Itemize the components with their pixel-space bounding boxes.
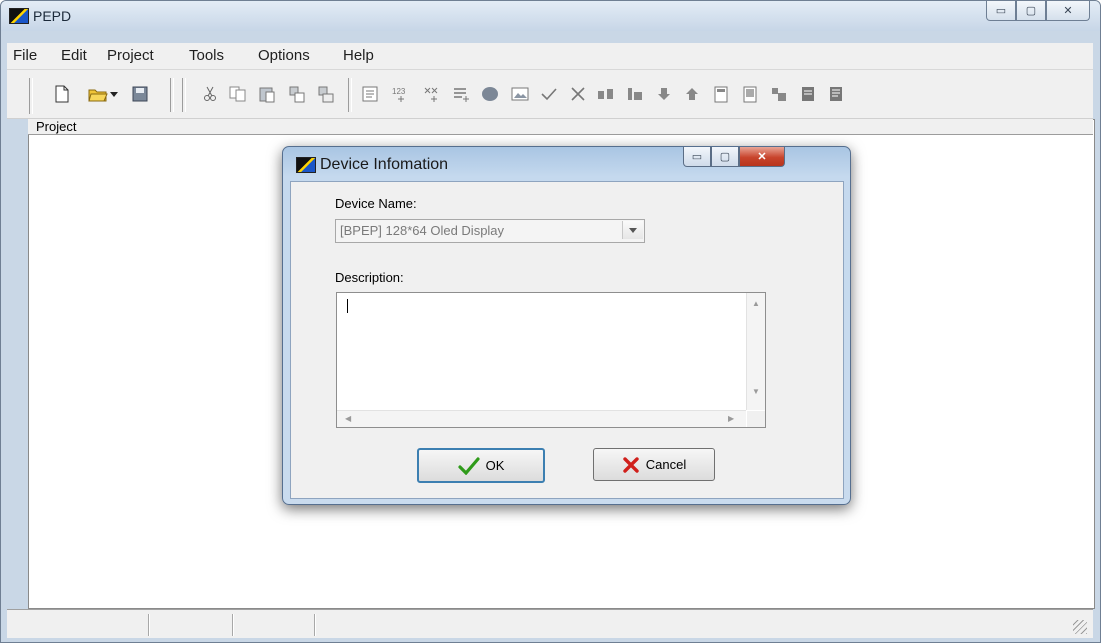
dialog-title: Device Infomation [320,156,449,173]
toolbar: 123 [7,70,1093,119]
align-icon[interactable] [625,84,645,104]
cancel-label: Cancel [645,457,687,472]
menu-help[interactable]: Help [343,47,374,64]
minimize-button[interactable]: ▭ [986,1,1016,21]
copy-device-icon[interactable] [287,84,307,104]
svg-text:123: 123 [392,87,406,96]
maximize-button[interactable]: ▢ [1016,1,1046,21]
horizontal-scrollbar[interactable]: ◀ ▶ [337,410,746,427]
move-up-icon[interactable] [682,84,702,104]
menu-edit[interactable]: Edit [61,47,87,64]
panel-alt-icon[interactable] [826,84,846,104]
scroll-right-icon[interactable]: ▶ [728,414,734,423]
ok-label: OK [485,458,505,473]
delete-icon[interactable] [568,84,588,104]
toolbar-separator [170,78,174,112]
new-file-icon[interactable] [52,84,72,104]
check-icon [457,456,480,475]
dialog-close-button[interactable]: ✕ [739,147,785,167]
cut-icon[interactable] [200,84,220,104]
cancel-x-icon [623,456,639,473]
page-icon[interactable] [711,84,731,104]
open-folder-icon[interactable] [88,84,108,104]
project-label: Project [36,119,77,134]
panel-icon[interactable] [798,84,818,104]
text-caret [347,299,348,313]
list-icon[interactable] [451,84,471,104]
project-panel-header: Project [28,119,1093,135]
scroll-left-icon[interactable]: ◀ [345,414,351,423]
ok-button[interactable]: OK [417,448,545,483]
window-title: PEPD [33,8,72,24]
device-name-label: Device Name: [335,196,417,211]
status-segment [232,614,234,636]
dialog-app-icon [296,157,316,173]
menu-project[interactable]: Project [107,47,154,64]
device-name-value: [BPEP] 128*64 Oled Display [340,223,505,238]
title-bar[interactable]: PEPD ▭ ▢ ✕ [1,1,1100,31]
add-element-icon[interactable] [421,84,441,104]
status-segment [314,614,316,636]
combo-dropdown-button[interactable] [622,221,643,239]
scroll-up-icon[interactable]: ▲ [752,299,760,308]
dialog-body: Device Name: [BPEP] 128*64 Oled Display … [290,181,844,499]
scroll-down-icon[interactable]: ▼ [752,387,760,396]
page-alt-icon[interactable] [740,84,760,104]
resize-grip[interactable] [1073,620,1087,634]
move-down-icon[interactable] [654,84,674,104]
move-icon[interactable] [596,84,616,104]
menubar-frame [7,31,1093,43]
copy-icon[interactable] [228,84,248,104]
dialog-maximize-button[interactable]: ▢ [711,147,739,167]
numbers-icon[interactable]: 123 [391,84,411,104]
scroll-corner [747,411,765,427]
app-icon [9,8,29,24]
device-name-combo[interactable]: [BPEP] 128*64 Oled Display [335,219,645,243]
description-textarea[interactable]: ▲ ▼ ◀ ▶ [336,292,766,428]
status-bar [7,609,1093,638]
close-button[interactable]: ✕ [1046,1,1090,21]
dropdown-arrow-icon[interactable] [108,84,120,104]
toolbar-separator [182,78,186,112]
save-icon[interactable] [130,84,150,104]
description-label: Description: [335,270,404,285]
menu-file[interactable]: File [13,47,37,64]
check-icon[interactable] [539,84,559,104]
dialog-minimize-button[interactable]: ▭ [683,147,711,167]
menu-tools[interactable]: Tools [189,47,224,64]
status-segment [148,614,150,636]
menubar: File Edit Project Tools Options Help [7,43,1093,70]
chevron-down-icon [629,227,637,233]
device-info-dialog: Device Infomation ▭ ▢ ✕ Device Name: [BP… [282,146,851,505]
cancel-button[interactable]: Cancel [593,448,715,481]
properties-icon[interactable] [361,84,381,104]
paste-device-icon[interactable] [316,84,336,104]
toolbar-separator [348,78,352,112]
menu-options[interactable]: Options [258,47,310,64]
image-icon[interactable] [510,84,530,104]
vertical-scrollbar[interactable]: ▲ ▼ [746,293,765,410]
paste-icon[interactable] [257,84,277,104]
toolbar-grip[interactable] [29,78,33,114]
export-icon[interactable] [769,84,789,104]
record-icon[interactable] [480,84,500,104]
